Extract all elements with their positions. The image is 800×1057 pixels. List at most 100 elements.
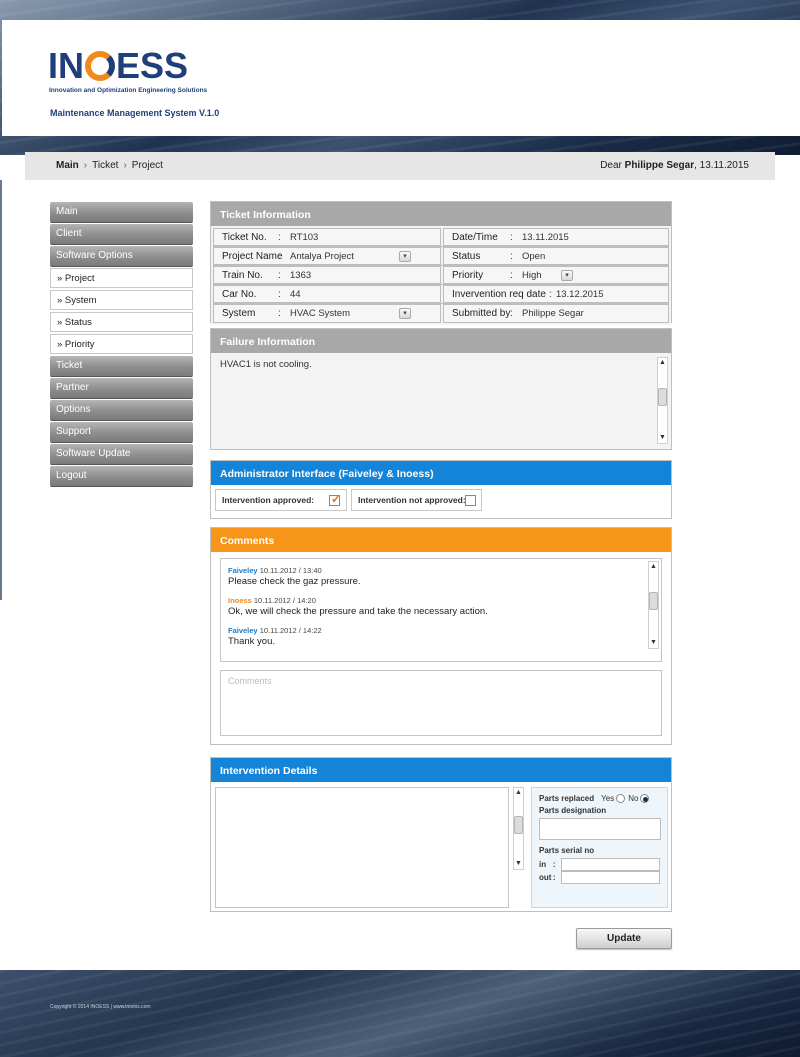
- intervention-body: ▲ ▼ Parts replaced Yes No Parts designat…: [211, 782, 671, 909]
- sidebar-subitem-project[interactable]: » Project: [50, 268, 193, 288]
- logo-text-left: IN: [48, 45, 84, 86]
- scroll-up-icon[interactable]: ▲: [649, 562, 658, 572]
- sidebar-item-main[interactable]: Main: [50, 202, 193, 222]
- update-button[interactable]: Update: [576, 928, 672, 949]
- sidebar-item-client[interactable]: Client: [50, 224, 193, 244]
- logo: IN ESS: [48, 45, 188, 86]
- greeting-prefix: Dear: [600, 160, 622, 171]
- parts-designation-label: Parts designation: [539, 806, 607, 815]
- system-label: System: [222, 308, 256, 319]
- colon: :: [552, 860, 556, 869]
- colon: :: [548, 288, 552, 300]
- intervention-req-date-label: Invervention req date: [452, 288, 546, 300]
- colon: :: [278, 308, 281, 319]
- scroll-thumb[interactable]: [514, 816, 523, 834]
- ticket-info-grid: Ticket No.: RT103 Date/Time:13.11.2015 Pr…: [211, 226, 671, 325]
- breadcrumb-project: Project: [131, 160, 163, 171]
- intervention-approved-label: Intervention approved:: [222, 495, 315, 505]
- intervention-panel: Intervention Details ▲ ▼ Parts replaced …: [210, 757, 672, 912]
- sidebar-item-software-options[interactable]: Software Options: [50, 246, 193, 266]
- serial-in-input[interactable]: [560, 858, 661, 871]
- intervention-req-date-value: 13.12.2015: [555, 288, 604, 300]
- parts-replaced-yes-radio[interactable]: [616, 794, 626, 803]
- failure-scrollbar[interactable]: ▲ ▼: [657, 357, 668, 444]
- ticket-row: Ticket No.: RT103 Date/Time:13.11.2015: [213, 228, 669, 247]
- footer-copyright: Copyright © 2014 INOESS | www.inoess.com: [50, 1004, 151, 1010]
- logo-ring-icon: [85, 51, 115, 81]
- failure-info-textarea[interactable]: HVAC1 is not cooling. ▲ ▼: [211, 353, 671, 449]
- scroll-down-icon[interactable]: ▼: [658, 433, 667, 443]
- intervention-not-approved-field: Intervention not approved:: [351, 489, 482, 511]
- project-name-cell: Project Name: Antalya Project ▾: [213, 247, 441, 265]
- system-select[interactable]: HVAC System: [290, 308, 350, 319]
- sidebar-item-ticket[interactable]: Ticket: [50, 356, 193, 376]
- comment-text: Ok, we will check the pressure and take …: [228, 606, 488, 617]
- colon: :: [278, 250, 281, 262]
- serial-out-label: out: [539, 873, 552, 882]
- ticket-row: Car No.:44 Invervention req date:13.12.2…: [213, 285, 669, 304]
- scroll-down-icon[interactable]: ▼: [514, 859, 523, 869]
- submitted-by-label: Submitted by: [452, 308, 511, 319]
- system-dropdown-chevron-down-icon[interactable]: ▾: [399, 308, 411, 319]
- ticket-info-title: Ticket Information: [211, 202, 671, 226]
- submitted-by-cell: Submitted by: Philippe Segar: [443, 304, 669, 323]
- comments-body: Faiveley 10.11.2012 / 13:40 Please check…: [211, 552, 671, 744]
- sidebar-item-support[interactable]: Support: [50, 422, 193, 442]
- comments-scrollbar[interactable]: ▲ ▼: [648, 561, 659, 649]
- parts-replaced-no-radio[interactable]: [640, 794, 650, 803]
- project-name-select[interactable]: Antalya Project: [290, 251, 354, 262]
- scroll-thumb[interactable]: [658, 388, 667, 406]
- scroll-thumb[interactable]: [649, 592, 658, 610]
- project-dropdown-chevron-down-icon[interactable]: ▾: [399, 251, 411, 262]
- sidebar-subitem-system[interactable]: » System: [50, 290, 193, 310]
- sidebar-item-options[interactable]: Options: [50, 400, 193, 420]
- scroll-down-icon[interactable]: ▼: [649, 638, 658, 648]
- failure-text: HVAC1 is not cooling.: [220, 359, 312, 370]
- sidebar-item-logout[interactable]: Logout: [50, 466, 193, 486]
- logo-tagline: Innovation and Optimization Engineering …: [49, 87, 208, 94]
- priority-cell: Priority: High ▾: [443, 266, 669, 284]
- ticket-no-label: Ticket No.: [222, 231, 267, 243]
- train-no-value: 1363: [290, 269, 312, 281]
- colon: :: [552, 873, 556, 882]
- intervention-approved-checkbox[interactable]: ✓: [329, 492, 341, 506]
- colon: :: [510, 308, 513, 319]
- serial-out-input[interactable]: [560, 871, 661, 884]
- comment-text: Thank you.: [228, 636, 275, 647]
- failure-info-panel: Failure Information HVAC1 is not cooling…: [210, 328, 672, 450]
- sidebar-item-partner[interactable]: Partner: [50, 378, 193, 398]
- train-no-cell: Train No.:1363: [213, 266, 441, 284]
- colon: :: [510, 231, 513, 243]
- intervention-req-date-cell: Invervention req date:13.12.2015: [443, 285, 669, 303]
- scroll-up-icon[interactable]: ▲: [514, 788, 523, 798]
- sidebar-subitem-status[interactable]: » Status: [50, 312, 193, 332]
- ticket-no-cell: Ticket No.: RT103: [213, 228, 441, 246]
- priority-dropdown-chevron-down-icon[interactable]: ▾: [561, 270, 573, 281]
- comment-meta: Faiveley 10.11.2012 / 14:22: [228, 626, 641, 635]
- ticket-row: System: HVAC System ▾ Submitted by: Philip…: [213, 304, 669, 323]
- sidebar-subitem-priority[interactable]: » Priority: [50, 334, 193, 354]
- ticket-row: Project Name: Antalya Project ▾ Status: Op…: [213, 247, 669, 266]
- scroll-up-icon[interactable]: ▲: [658, 358, 667, 368]
- breadcrumb-ticket[interactable]: Ticket: [92, 160, 118, 171]
- car-no-value: 44: [290, 288, 301, 300]
- intervention-details-textarea[interactable]: [215, 787, 509, 908]
- comment-input[interactable]: Comments: [220, 670, 662, 736]
- parts-replaced-label: Parts replaced: [539, 794, 595, 803]
- breadcrumb-main[interactable]: Main: [56, 160, 79, 171]
- parts-designation-input[interactable]: [539, 818, 661, 840]
- priority-select[interactable]: High: [522, 270, 542, 281]
- ticket-row: Train No.:1363 Priority: High ▾: [213, 266, 669, 285]
- footer-background-streaks: [0, 970, 800, 1057]
- sidebar-item-software-update[interactable]: Software Update: [50, 444, 193, 464]
- ticket-info-panel: Ticket Information Ticket No.: RT103 Date…: [210, 201, 672, 325]
- date-time-value: 13.11.2015: [522, 231, 569, 243]
- status-cell: Status: Open: [443, 247, 669, 265]
- intervention-not-approved-checkbox[interactable]: [465, 495, 476, 506]
- breadcrumb: Main › Ticket › Project: [56, 160, 163, 171]
- admin-title: Administrator Interface (Faiveley & Inoe…: [211, 461, 671, 485]
- colon: :: [278, 288, 281, 300]
- parts-serial-label: Parts serial no: [539, 846, 595, 855]
- train-no-label: Train No.: [222, 269, 263, 281]
- intervention-scrollbar[interactable]: ▲ ▼: [513, 787, 524, 870]
